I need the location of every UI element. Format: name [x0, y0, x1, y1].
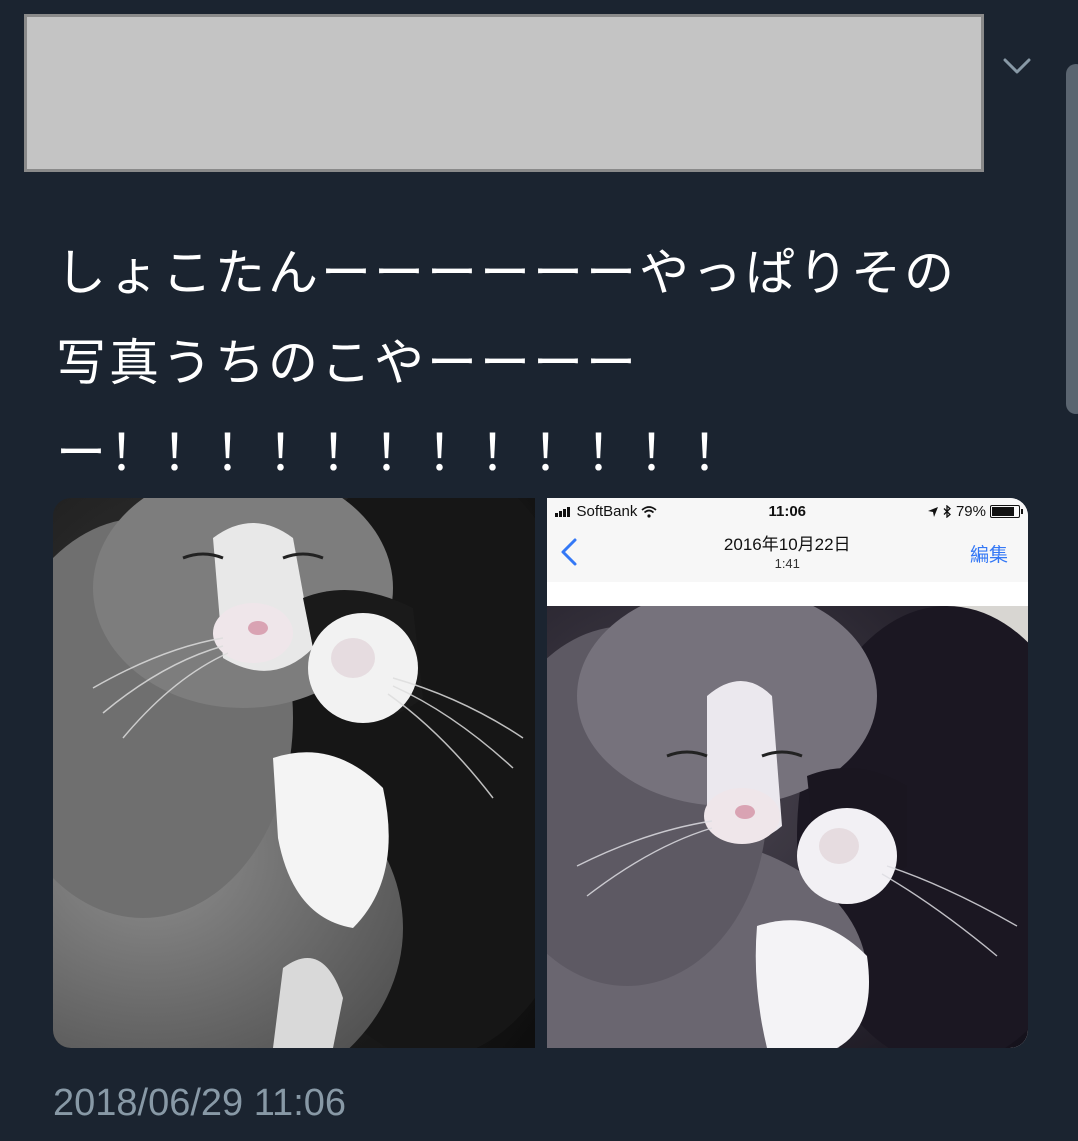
cats-photo: [546, 606, 1028, 1048]
tweet-detail: しょこたんーーーーーーやっぱりその 写真うちのこやーーーー ー！！！！！！！！！…: [0, 0, 1078, 1141]
bluetooth-icon: [943, 505, 951, 518]
ios-status-right: 79%: [927, 503, 1023, 520]
media-photo-left[interactable]: [53, 498, 535, 1048]
tweet-text: しょこたんーーーーーーやっぱりその 写真うちのこやーーーー ー！！！！！！！！！…: [56, 228, 1036, 498]
media-grid: SoftBank 11:06 79% 2016年10月22日 1:41 編集: [53, 498, 1028, 1048]
tweet-text-line: 写真うちのこやーーーー: [56, 334, 639, 392]
ios-gap: [546, 582, 1028, 606]
location-arrow-icon: [927, 506, 938, 517]
ios-nav-title: 2016年10月22日: [723, 535, 851, 554]
ios-status-bar: SoftBank 11:06 79%: [546, 498, 1028, 524]
tweet-timestamp: 2018/06/29 11:06: [53, 1082, 347, 1124]
ios-nav-subtitle: 1:41: [774, 556, 800, 571]
ios-edit-button[interactable]: 編集: [970, 540, 1008, 567]
redacted-user-header: [24, 14, 984, 172]
tweet-text-line: しょこたんーーーーーーやっぱりその: [56, 244, 957, 302]
scrollbar[interactable]: [1066, 64, 1078, 414]
cats-photo: [53, 498, 535, 1048]
battery-fill: [992, 507, 1015, 516]
battery-label: 79%: [955, 503, 986, 520]
chevron-down-icon[interactable]: [996, 48, 1038, 84]
ios-photo: [546, 606, 1028, 1048]
battery-icon: [990, 505, 1023, 518]
media-photo-right[interactable]: SoftBank 11:06 79% 2016年10月22日 1:41 編集: [546, 498, 1028, 1048]
tweet-text-line: ー！！！！！！！！！！！！: [56, 424, 745, 482]
ios-nav-bar: 2016年10月22日 1:41 編集: [546, 524, 1028, 583]
